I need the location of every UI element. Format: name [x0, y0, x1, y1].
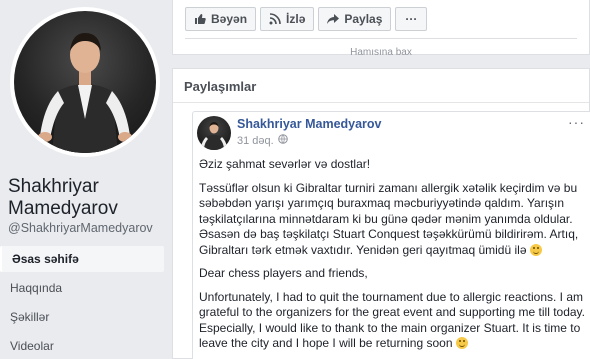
- profile-picture[interactable]: [14, 11, 156, 153]
- post-body: Əziz şahmat sevərlər və dostlar! Təssüfl…: [199, 157, 587, 359]
- shares-divider: [173, 102, 589, 103]
- post-avatar-illustration: [201, 122, 227, 150]
- post-options-button[interactable]: ···: [568, 114, 585, 130]
- post-greeting-en: Dear chess players and friends,: [199, 266, 368, 280]
- see-all-link[interactable]: Hamısına bax: [173, 47, 589, 55]
- profile-picture-frame[interactable]: [10, 7, 160, 157]
- post-paragraph-az: Təssüflər olsun ki Gibraltar turniri zam…: [199, 181, 587, 259]
- share-arrow-icon: [327, 13, 340, 25]
- page-nav: Əsas səhifə Haqqında Şəkillər Videolar: [0, 246, 164, 359]
- post-paragraph-en-text: Unfortunately, I had to quit the tournam…: [199, 289, 586, 351]
- more-dots-icon: ···: [405, 12, 418, 26]
- smile-emoji-icon: [529, 243, 542, 256]
- page-actions-card: Bəyən İzlə Paylaş ··· Hamısına bax: [172, 0, 590, 55]
- smile-emoji-icon: [455, 337, 468, 349]
- post-paragraph-az-text: Təssüflər olsun ki Gibraltar turniri zam…: [199, 180, 579, 257]
- left-column: Shakhriyar Mamedyarov @ShakhriyarMamedya…: [0, 0, 172, 359]
- post-author-name[interactable]: Shakhriyar Mamedyarov: [237, 117, 382, 131]
- page-handle[interactable]: @ShakhriyarMamedyarov: [8, 221, 153, 235]
- globe-icon: [277, 134, 288, 147]
- more-options-button[interactable]: ···: [395, 7, 428, 31]
- post-paragraph-en: Unfortunately, I had to quit the tournam…: [199, 290, 587, 352]
- nav-item-home[interactable]: Əsas səhifə: [0, 246, 164, 272]
- follow-button[interactable]: İzlə: [260, 7, 315, 31]
- share-button[interactable]: Paylaş: [318, 7, 392, 31]
- like-button-label: Bəyən: [211, 12, 248, 26]
- share-button-label: Paylaş: [344, 12, 383, 26]
- nav-item-videos[interactable]: Videolar: [0, 333, 164, 359]
- post-timestamp[interactable]: 31 dəq.: [237, 135, 274, 147]
- card-divider: [185, 38, 577, 39]
- profile-person-illustration: [38, 33, 132, 153]
- page-title[interactable]: Shakhriyar Mamedyarov: [8, 176, 173, 220]
- post-meta: 31 dəq.: [237, 134, 288, 147]
- nav-item-photos[interactable]: Şəkillər: [0, 304, 164, 330]
- page-root: Shakhriyar Mamedyarov @ShakhriyarMamedya…: [0, 0, 590, 359]
- shared-post: Shakhriyar Mamedyarov 31 dəq. ··· Əziz ş…: [192, 111, 590, 359]
- action-bar: Bəyən İzlə Paylaş ···: [185, 7, 428, 31]
- post-author-avatar[interactable]: [197, 116, 231, 150]
- like-button[interactable]: Bəyən: [185, 7, 257, 31]
- post-greeting-az: Əziz şahmat sevərlər və dostlar!: [199, 157, 371, 171]
- shares-card: Paylaşımlar Shakhriyar Mamedyarov 31 dəq…: [172, 68, 590, 359]
- follow-button-label: İzlə: [286, 12, 306, 26]
- shares-heading: Paylaşımlar: [184, 79, 257, 94]
- thumbs-up-icon: [194, 13, 206, 25]
- nav-item-about[interactable]: Haqqında: [0, 275, 164, 301]
- rss-icon: [269, 13, 281, 25]
